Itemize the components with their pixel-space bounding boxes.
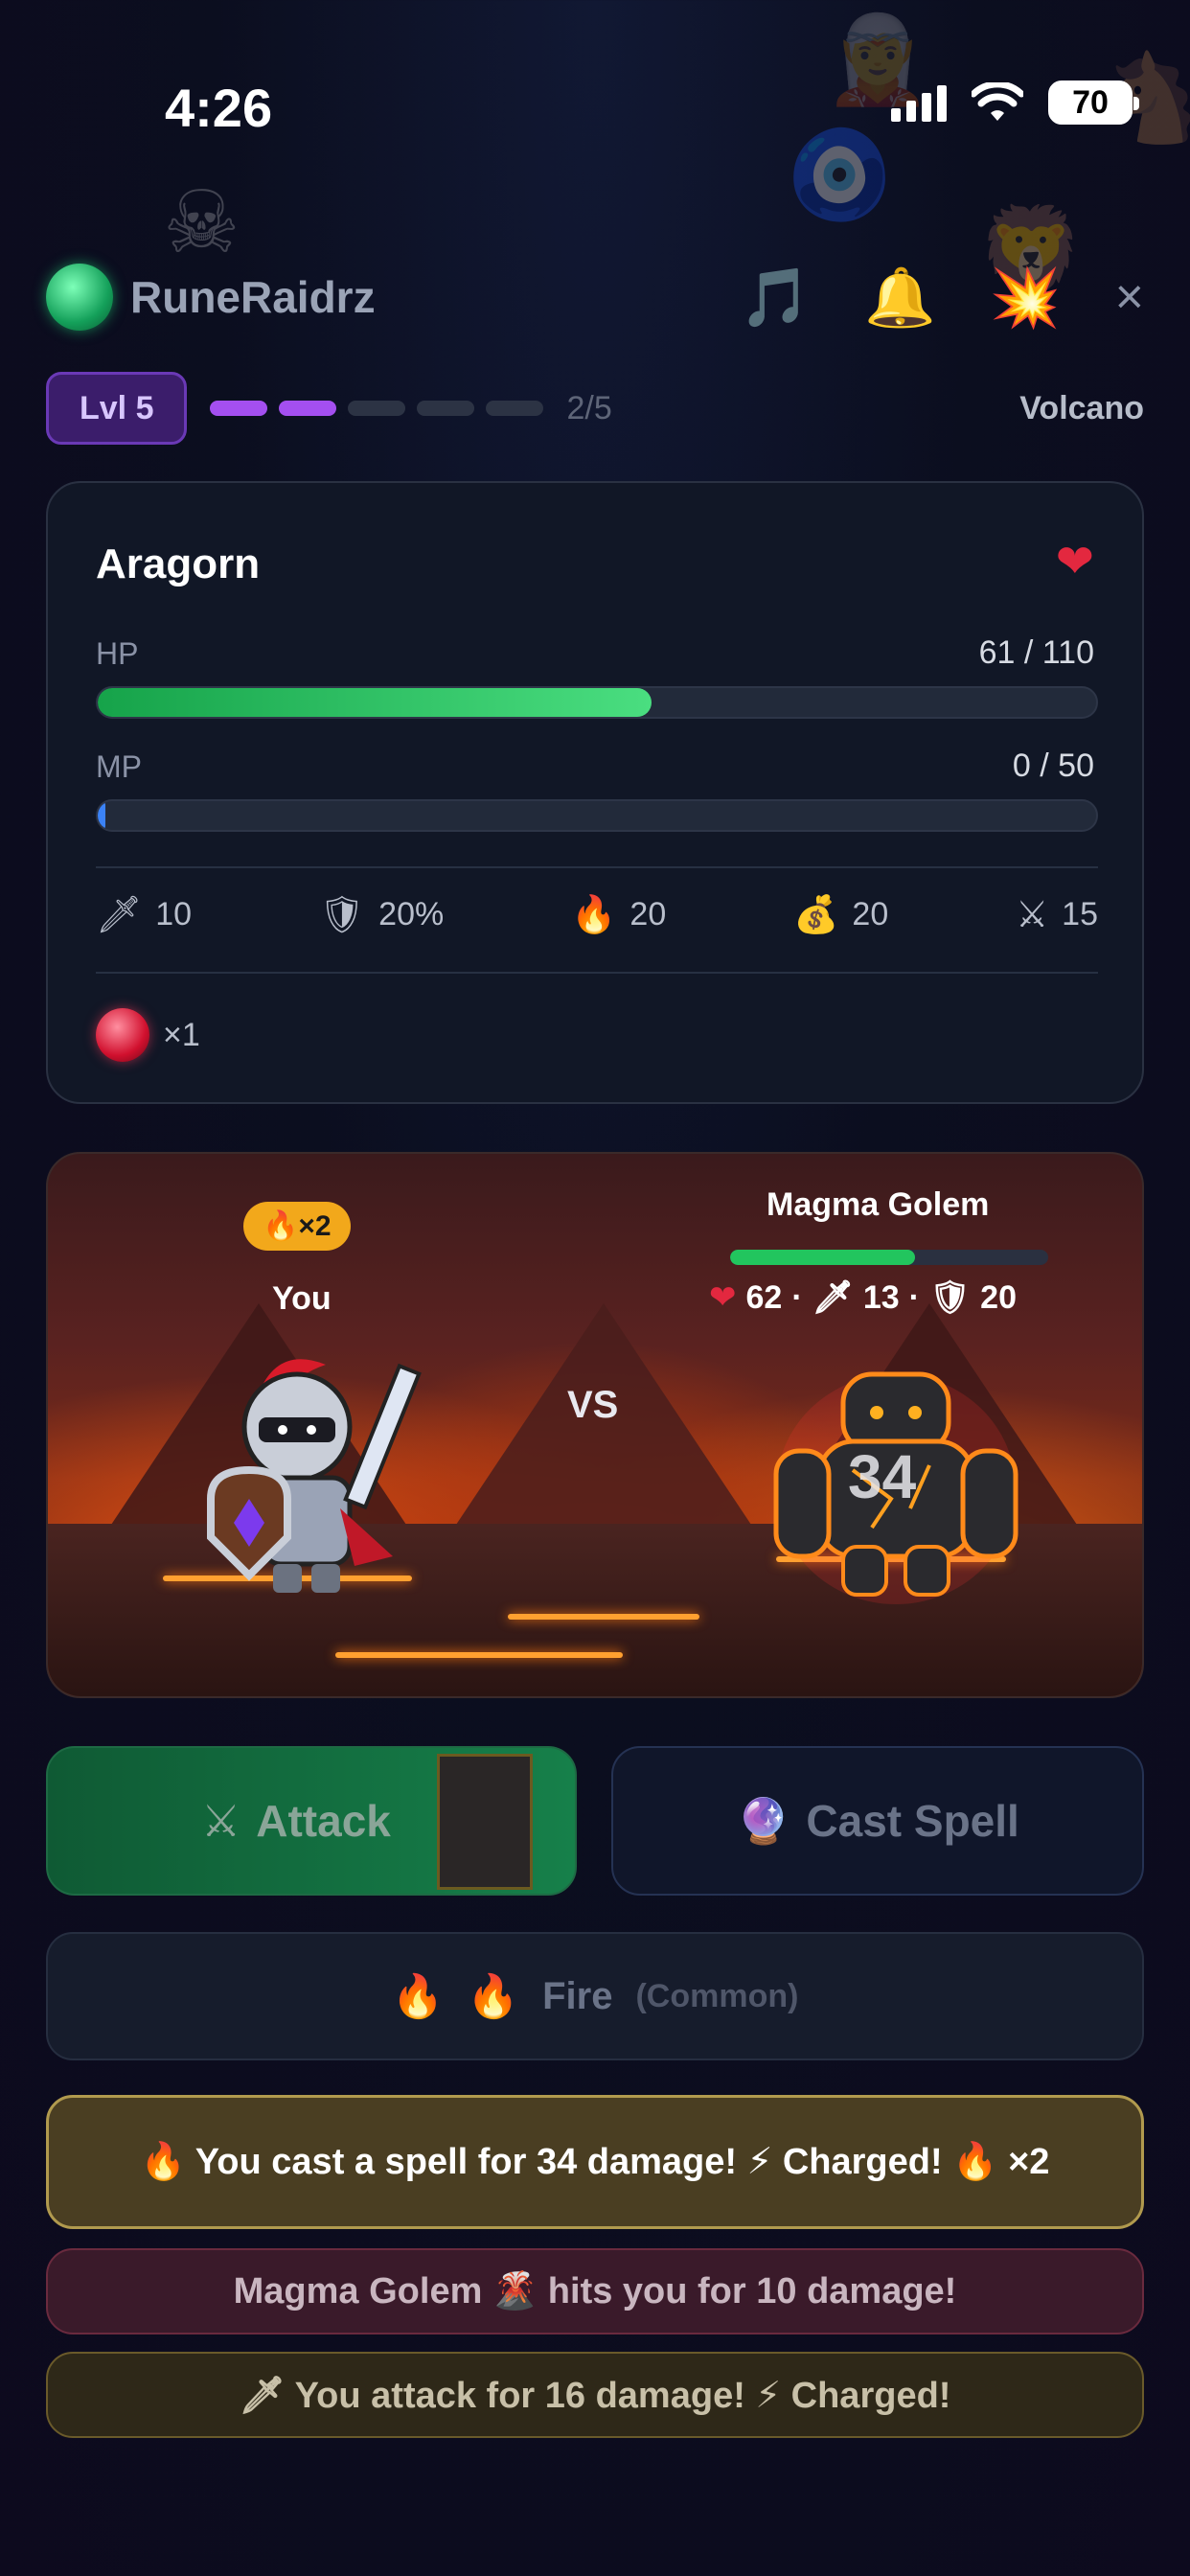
hp-label: HP xyxy=(96,636,139,671)
level-progress-pips xyxy=(210,401,544,416)
battle-log-entry: 🗡 You attack for 16 damage! ⚡ Charged! xyxy=(46,2352,1144,2438)
crystal-ball-icon: 🔮 xyxy=(736,1795,791,1846)
crossed-swords-icon: ⚔ xyxy=(1016,895,1049,935)
hp-bar-fill xyxy=(98,688,652,717)
shield-icon: 🛡 xyxy=(318,894,366,935)
selected-spell[interactable]: 🔥 🔥 Fire (Common) xyxy=(46,1932,1144,2060)
enemy-hp-bar xyxy=(730,1250,1048,1265)
level-progress-text: 2/5 xyxy=(566,389,612,426)
stat-defense: 🛡 20% xyxy=(319,894,444,936)
heart-icon: ❤ xyxy=(709,1279,737,1316)
divider xyxy=(96,866,1098,868)
stat-attack: 🗡 10 xyxy=(96,894,192,936)
shield-icon: 🛡 xyxy=(928,1279,972,1316)
dagger-icon: 🗡 xyxy=(96,894,143,935)
versus-label: VS xyxy=(567,1384,619,1426)
ruby-icon xyxy=(96,1008,149,1062)
stat-value: 20 xyxy=(629,896,667,932)
attack-cooldown-indicator xyxy=(437,1754,533,1890)
progress-pip xyxy=(486,401,544,416)
app-title: RuneRaidrz xyxy=(130,272,376,322)
hero-stat-row: 🗡 10 🛡 20% 🔥 20 💰 20 ⚔ 15 xyxy=(96,893,1098,936)
status-bar: 4:26 70 xyxy=(0,0,1190,192)
stat-value: 10 xyxy=(155,896,193,932)
cast-spell-button-label: 🔮 Cast Spell xyxy=(736,1795,1019,1848)
fire-icon: 🔥 xyxy=(467,1973,520,2020)
attack-button-label: ⚔ Attack xyxy=(201,1795,391,1847)
enemy-name: Magma Golem xyxy=(767,1186,990,1223)
wifi-icon xyxy=(972,82,1023,121)
lava-crack xyxy=(335,1652,623,1658)
separator: · xyxy=(791,1278,803,1316)
knight-sprite xyxy=(207,1359,422,1593)
dagger-icon: 🗡 xyxy=(812,1279,854,1316)
spell-name: Fire xyxy=(542,1974,613,2017)
close-icon[interactable]: × xyxy=(1115,268,1144,326)
mp-value: 0 / 50 xyxy=(1012,748,1094,784)
player-label: You xyxy=(272,1280,332,1317)
stat-combat: ⚔ 15 xyxy=(1016,893,1098,936)
damage-popup: 34 xyxy=(848,1442,917,1511)
music-icon[interactable]: 🎵 xyxy=(739,264,811,332)
hp-bar xyxy=(96,686,1098,719)
app-header: RuneRaidrz 🎵 🔔 💥 × xyxy=(46,259,1144,335)
progress-pip xyxy=(210,401,268,416)
divider xyxy=(96,972,1098,974)
separator: · xyxy=(908,1278,920,1316)
enemy-defense: 20 xyxy=(980,1278,1017,1316)
crossed-swords-icon: ⚔ xyxy=(201,1796,241,1846)
battle-scene: 🔥×2 You VS Magma Golem ❤ 62 · 🗡 13 · 🛡 2… xyxy=(46,1152,1144,1698)
mp-label: MP xyxy=(96,749,142,784)
inventory-ruby[interactable]: ×1 xyxy=(96,1008,200,1062)
attack-button[interactable]: ⚔ Attack xyxy=(46,1746,577,1896)
enemy-hp-bar-fill xyxy=(730,1250,915,1265)
status-icons: 70 xyxy=(891,80,1139,125)
lava-crack xyxy=(508,1614,699,1620)
enemy-attack: 13 xyxy=(862,1278,900,1316)
progress-pip xyxy=(417,401,475,416)
cast-spell-text: Cast Spell xyxy=(806,1796,1019,1846)
charge-multiplier-badge: 🔥×2 xyxy=(243,1202,351,1251)
battery-indicator: 70 xyxy=(1048,80,1139,125)
progress-pip xyxy=(279,401,337,416)
fire-icon: 🔥 xyxy=(571,894,617,935)
clock: 4:26 xyxy=(165,78,273,138)
mp-bar xyxy=(96,799,1098,832)
fire-icon: 🔥 xyxy=(391,1973,445,2020)
heart-icon: ❤ xyxy=(1055,537,1094,587)
level-progress-row: Lvl 5 2/5 Volcano xyxy=(46,372,1144,445)
enemy-hp: 62 xyxy=(745,1278,783,1316)
battle-log-entry: 🔥 You cast a spell for 34 damage! ⚡ Char… xyxy=(46,2095,1144,2229)
hp-value: 61 / 110 xyxy=(978,634,1094,671)
stat-gold: 💰 20 xyxy=(793,894,888,936)
hero-name: Aragorn xyxy=(96,540,261,587)
attack-text: Attack xyxy=(256,1796,391,1846)
spell-rarity: (Common) xyxy=(635,1977,799,2014)
level-badge: Lvl 5 xyxy=(46,372,188,445)
hero-stats-card: Aragorn ❤ HP 61 / 110 MP 0 / 50 🗡 10 🛡 2… xyxy=(46,481,1144,1104)
zone-name: Volcano xyxy=(1019,389,1144,426)
enemy-stats: ❤ 62 · 🗡 13 · 🛡 20 xyxy=(709,1278,1017,1317)
battle-log-entry: Magma Golem 🌋 hits you for 10 damage! xyxy=(46,2248,1144,2334)
ruby-count: ×1 xyxy=(163,1016,200,1053)
burst-icon[interactable]: 💥 xyxy=(990,264,1062,332)
progress-pip xyxy=(348,401,406,416)
stat-value: 15 xyxy=(1062,896,1098,932)
stat-value: 20% xyxy=(378,896,445,932)
emerald-gem-icon xyxy=(46,264,113,331)
stat-fire: 🔥 20 xyxy=(571,894,666,936)
header-actions: 🎵 🔔 💥 × xyxy=(739,264,1144,332)
money-bag-icon: 💰 xyxy=(793,894,839,935)
bell-icon[interactable]: 🔔 xyxy=(864,264,936,332)
signal-icon xyxy=(891,83,947,122)
stat-value: 20 xyxy=(852,896,889,932)
cast-spell-button[interactable]: 🔮 Cast Spell xyxy=(611,1746,1144,1896)
mp-bar-fill xyxy=(98,801,105,830)
